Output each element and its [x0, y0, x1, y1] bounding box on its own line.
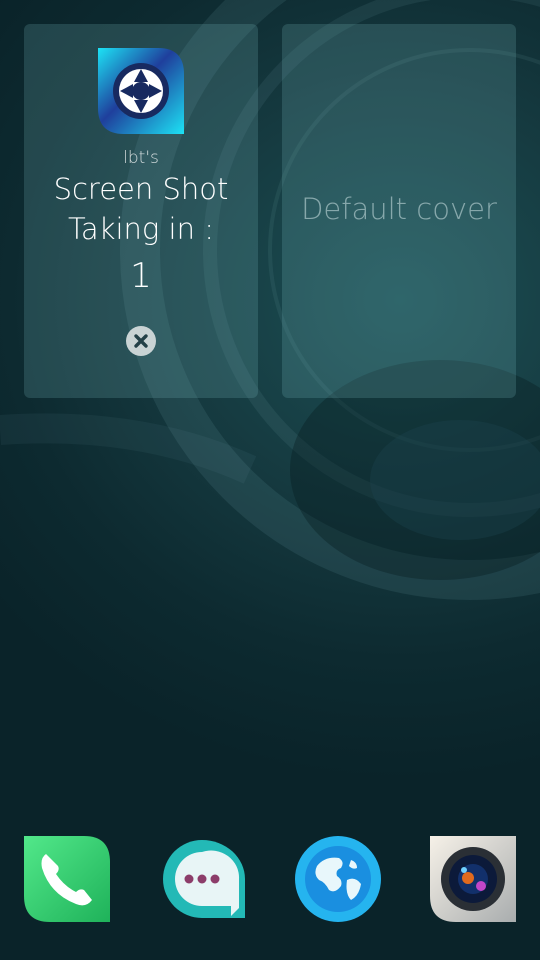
- chat-bubble-icon[interactable]: [159, 836, 245, 922]
- close-icon: [134, 334, 148, 348]
- cover-status-text: Taking in :: [68, 212, 214, 246]
- countdown-value: 1: [130, 256, 152, 296]
- globe-icon[interactable]: [295, 836, 381, 922]
- camera-shutter-icon: [98, 48, 184, 134]
- close-cover-button[interactable]: [126, 326, 156, 356]
- default-cover-label: Default cover: [301, 192, 497, 226]
- camera-icon[interactable]: [430, 836, 516, 922]
- cover-author-label: lbt's: [123, 148, 159, 168]
- cover-title: Screen Shot: [53, 172, 229, 206]
- screenshot-app-cover[interactable]: lbt's Screen Shot Taking in : 1: [24, 24, 258, 398]
- phone-icon[interactable]: [24, 836, 110, 922]
- default-app-cover[interactable]: Default cover: [282, 24, 516, 398]
